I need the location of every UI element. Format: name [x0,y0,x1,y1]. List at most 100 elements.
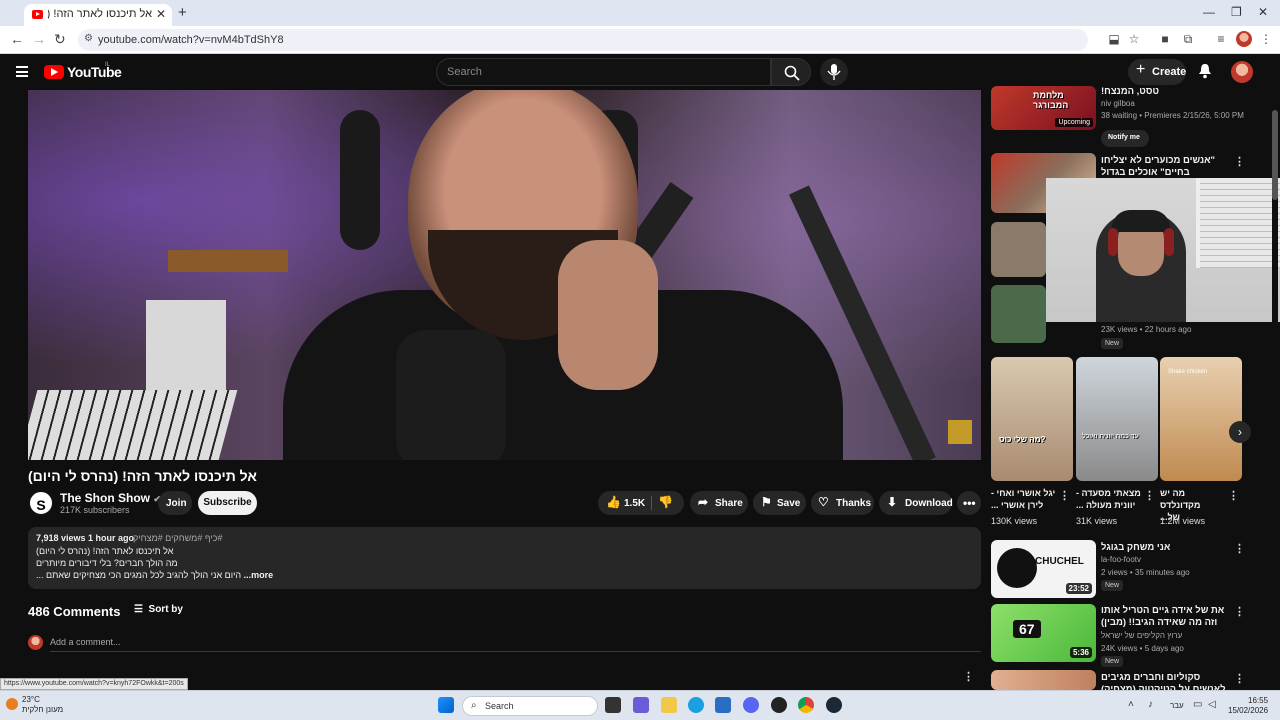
profile-avatar[interactable] [1236,31,1252,47]
bookmark-star-icon[interactable]: ☆ [1127,32,1141,46]
hashtags[interactable]: #כיף #משחקים #מצחיק [133,533,222,543]
notifications-bell-icon[interactable] [1198,63,1212,79]
minimize-icon[interactable]: — [1203,5,1215,19]
tray-chevron-icon[interactable]: ˄ [1128,699,1134,710]
share-button[interactable]: ➦ Share [690,491,748,515]
edge-icon[interactable] [688,697,704,713]
microphone-icon [827,64,841,80]
search-button[interactable] [771,58,811,86]
account-avatar[interactable] [1231,61,1253,83]
short-title[interactable]: מצאתי מסעדה - יוונית מעולה ... [1076,487,1148,511]
short-title[interactable]: יגל אושרי ואחי - לירן אושרי ... [991,487,1063,511]
new-tab-icon[interactable]: + [178,4,187,21]
page-scrollbar[interactable] [1272,90,1278,680]
language-indicator[interactable]: עבר [1170,701,1184,710]
windows-start-icon[interactable] [438,697,454,713]
weather-icon[interactable] [6,698,18,710]
channel-name[interactable]: ערוץ הקליפים של ישראל [1101,631,1182,640]
country-code: IL [105,62,111,68]
video-thumbnail[interactable] [991,285,1046,343]
short-thumbnail[interactable]: עד כמה יוונית ואוכל [1076,357,1158,481]
video-thumbnail[interactable] [991,670,1096,690]
menu-icon[interactable] [16,66,28,77]
video-title[interactable]: סקוליום וחברים מגיבים לאנשים על הטיקטוק … [1101,672,1229,690]
taskbar-search[interactable]: ⌕ Search [462,696,598,716]
task-view-icon[interactable] [605,697,621,713]
comment-options-icon[interactable]: ⋮ [963,670,974,683]
thanks-button[interactable]: ♡ Thanks [811,491,874,515]
puzzle-icon[interactable]: ⧉ [1181,32,1195,46]
video-options-icon[interactable]: ⋮ [1234,605,1245,618]
reload-icon[interactable]: ↻ [54,31,66,48]
plus-icon: + [1136,61,1146,78]
youtube-logo-icon[interactable] [44,65,64,79]
close-tab-icon[interactable]: ✕ [156,7,166,21]
download-button[interactable]: ⬇ Download [879,491,953,515]
back-icon[interactable]: ← [10,31,24,47]
notify-me-button[interactable]: Notify me [1101,130,1149,147]
video-options-icon[interactable]: ⋮ [1234,155,1245,168]
extension-icon[interactable]: ■ [1158,32,1172,46]
volume-icon[interactable]: ◁ [1208,699,1216,710]
channel-watermark-icon[interactable] [948,420,972,444]
save-button[interactable]: ⚑ Save [753,491,806,515]
browser-menu-icon[interactable]: ⋮ [1259,32,1273,46]
video-title[interactable]: אני משחק בגוגל [1101,542,1229,554]
shorts-next-icon[interactable]: › [1229,421,1251,443]
restore-icon[interactable]: ❐ [1231,5,1242,19]
forward-icon[interactable]: → [32,31,46,47]
add-comment-input[interactable]: Add a comment... [50,637,121,647]
channel-avatar[interactable]: S [28,490,54,516]
obs-icon[interactable] [771,697,787,713]
youtube-header: YouTube IL Search + Create [0,54,1280,90]
video-thumbnail[interactable]: 67 5:36 [991,604,1096,662]
duration-badge: 23:52 [1065,583,1092,594]
close-window-icon[interactable]: ✕ [1258,5,1268,19]
dislike-icon[interactable]: 👎 [658,495,673,509]
sort-by-button[interactable]: ☰ Sort by [134,604,183,615]
chrome-icon[interactable] [798,697,814,713]
create-button[interactable]: + Create [1128,59,1186,85]
url-field[interactable]: ⚙ youtube.com/watch?v=nvM4bTdShY8 [78,29,1088,51]
channel-name[interactable]: The Shon Show ✔ [60,491,161,505]
more-actions-button[interactable]: ••• [957,491,981,515]
teams-icon[interactable] [633,697,649,713]
short-thumbnail[interactable]: ?מה שלי כוס [991,357,1073,481]
channel-name[interactable]: la-foo-footv [1101,555,1141,564]
video-options-icon[interactable]: ⋮ [1234,672,1245,685]
video-player[interactable] [28,90,981,460]
video-title[interactable]: את של אידה גיים הטריל אותו וזה מה שאידה … [1101,605,1229,629]
media-icon[interactable]: ≡ [1214,32,1228,46]
video-thumbnail[interactable]: CHUCHEL 23:52 [991,540,1096,598]
channel-name[interactable]: niv gilboa [1101,99,1135,108]
browser-tab[interactable]: אל תיכנסו לאתר הזה! (נהרס ... ✕ [24,4,172,26]
search-input[interactable]: Search [436,58,771,86]
site-info-icon[interactable]: ⚙ [84,33,93,44]
store-icon[interactable] [715,697,731,713]
join-button[interactable]: Join [158,491,192,515]
video-thumbnail[interactable] [991,222,1046,277]
video-title[interactable]: טסט, המנצח! [1101,86,1229,98]
like-count[interactable]: 1.5K [624,498,645,509]
clock[interactable]: 16:55 15/02/2026 [1228,696,1268,716]
short-thumbnail[interactable]: Shake chicken [1160,357,1242,481]
description-box[interactable]: 7,918 views 1 hour ago #כיף #משחקים #מצח… [28,527,981,589]
steam-icon[interactable] [826,697,842,713]
file-explorer-icon[interactable] [661,697,677,713]
network-icon[interactable]: ▭ [1193,699,1202,710]
youtube-logo-text[interactable]: YouTube [67,64,122,80]
voice-search-button[interactable] [820,58,848,86]
mic-tray-icon[interactable]: ♪ [1148,699,1153,710]
short-options-icon[interactable]: ⋮ [1144,489,1155,502]
short-options-icon[interactable]: ⋮ [1059,489,1070,502]
install-icon[interactable]: ⬓ [1107,32,1121,46]
video-options-icon[interactable]: ⋮ [1234,542,1245,555]
video-meta: 24K views • 5 days ago [1101,644,1184,653]
subscribe-button[interactable]: Subscribe [198,491,257,515]
short-options-icon[interactable]: ⋮ [1228,489,1239,502]
discord-icon[interactable] [743,697,759,713]
more-link[interactable]: ...more [244,570,274,580]
upcoming-thumbnail[interactable]: מלחמת המבורגר Upcoming [991,86,1096,130]
like-icon[interactable]: 👍 [606,495,621,509]
weather-widget[interactable]: 23°C מעונן חלקית [22,695,63,715]
